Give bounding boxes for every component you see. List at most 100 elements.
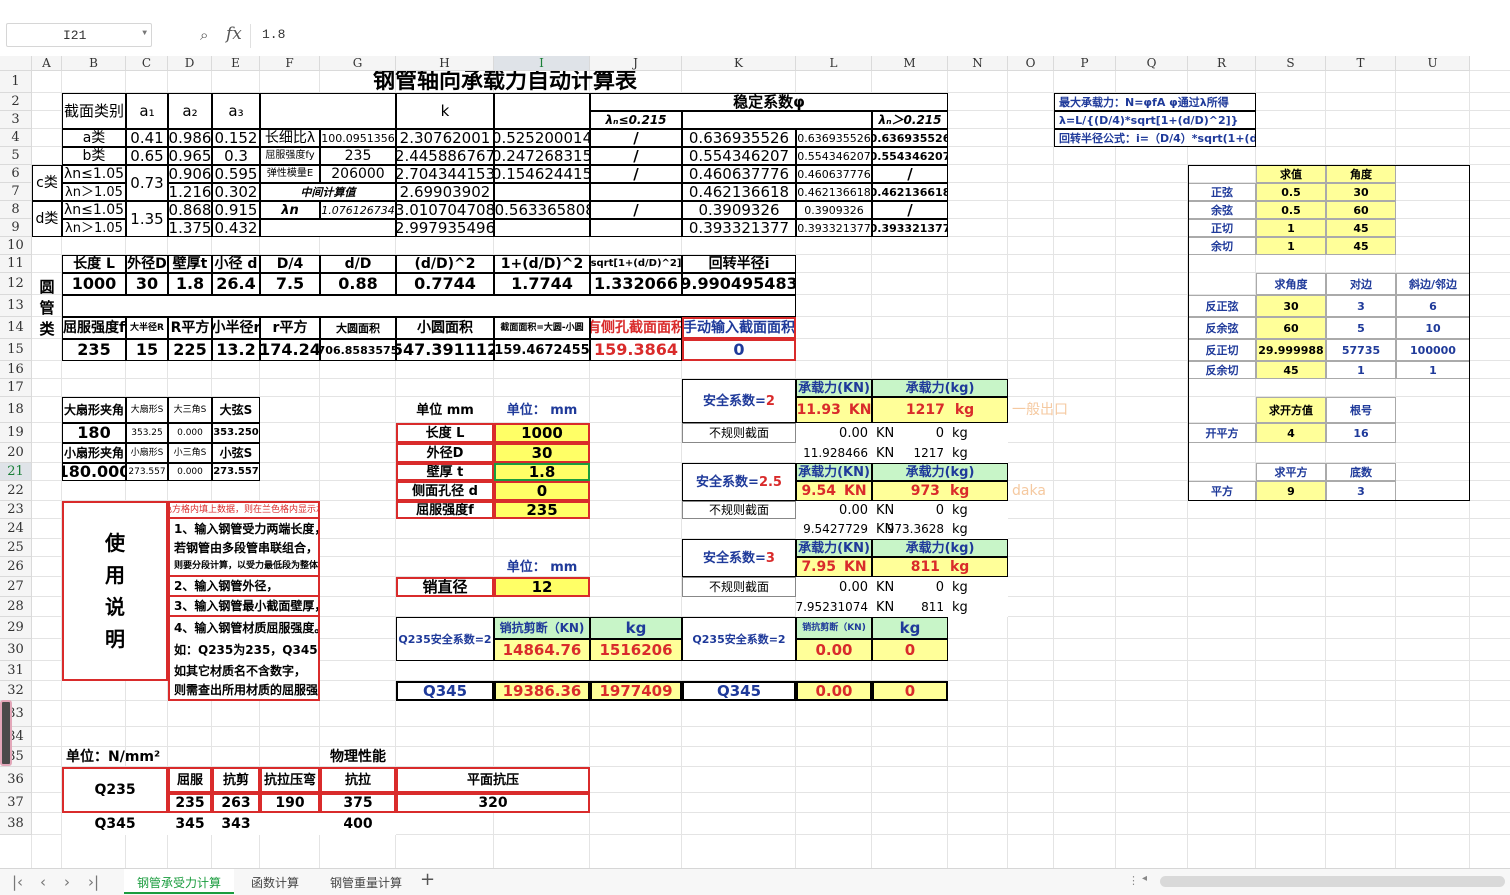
row-header-21[interactable]: 21: [0, 463, 32, 481]
first-sheet-icon[interactable]: |‹: [12, 873, 23, 891]
sector-cell-2-1: 小扇形S: [126, 443, 168, 463]
row-header-28[interactable]: 28: [0, 597, 32, 617]
row-header-12[interactable]: 12: [0, 273, 32, 295]
row-header-23[interactable]: 23: [0, 501, 32, 519]
tab-sheet-2[interactable]: 函数计算: [238, 869, 312, 894]
column-header-i[interactable]: I: [494, 56, 590, 71]
slash-cell: /: [590, 165, 682, 183]
prev-sheet-icon[interactable]: ‹: [40, 873, 46, 891]
instruction-line-l4d: 则需查出所用材质的屈服强度。: [168, 681, 320, 701]
row-header-3[interactable]: 3: [0, 111, 32, 129]
column-header-n[interactable]: N: [948, 56, 1008, 71]
row-header-22[interactable]: 22: [0, 481, 32, 501]
row-header-19[interactable]: 19: [0, 423, 32, 443]
row-header-24[interactable]: 24: [0, 519, 32, 539]
row-header-4[interactable]: 4: [0, 129, 32, 147]
row-header-26[interactable]: 26: [0, 557, 32, 577]
column-header-u[interactable]: U: [1396, 56, 1470, 71]
column-header-h[interactable]: H: [396, 56, 494, 71]
column-header-b[interactable]: B: [62, 56, 126, 71]
pipe-header2-7: 截面面积=大圆-小圆: [494, 317, 590, 339]
tab-sheet-3[interactable]: 钢管重量计算: [318, 869, 414, 894]
kn-unit: KN: [843, 483, 867, 499]
row-header-7[interactable]: 7: [0, 183, 32, 201]
tab-sheet-1[interactable]: 钢管承受力计算: [124, 869, 234, 894]
row-header-8[interactable]: 8: [0, 201, 32, 219]
row-header-18[interactable]: 18: [0, 397, 32, 423]
row-header-9[interactable]: 9: [0, 219, 32, 237]
pipe-value-7: 1.7744: [494, 273, 590, 295]
spreadsheet-grid[interactable]: A B C D E F G H I J K L M N O P Q R S T U 1 2 3 4 5 6 7 8 9 10 11 12 13 14…: [0, 56, 1510, 868]
input-field-2[interactable]: 1.8: [494, 463, 590, 481]
horizontal-scrollbar[interactable]: [1160, 876, 1505, 887]
column-header-g[interactable]: G: [320, 56, 396, 71]
column-header-a[interactable]: A: [32, 56, 62, 71]
column-header-p[interactable]: P: [1054, 56, 1116, 71]
instruction-line-l1b: 若钢管由多段管串联组合，: [168, 539, 320, 557]
side-drag-handle[interactable]: [0, 700, 12, 766]
sheet-title: 钢管轴向承载力自动计算表: [372, 71, 637, 93]
props-value2-2: [260, 813, 320, 835]
irregular-kg-unit: kg: [948, 501, 1008, 519]
formula-input[interactable]: 1.8: [262, 27, 285, 42]
column-header-e[interactable]: E: [212, 56, 260, 71]
input-field-0[interactable]: 1000: [494, 423, 590, 443]
name-box-dropdown-icon[interactable]: ▼: [142, 29, 147, 38]
row-header-2[interactable]: 2: [0, 93, 32, 111]
input-field-1[interactable]: 30: [494, 443, 590, 463]
column-header-j[interactable]: J: [590, 56, 682, 71]
row-header-15[interactable]: 15: [0, 339, 32, 361]
row-header-27[interactable]: 27: [0, 577, 32, 597]
input-field-3[interactable]: 0: [494, 481, 590, 501]
class-d-a3-1: 0.915: [212, 201, 260, 219]
pipe-header2-5: 大圆面积: [320, 317, 396, 339]
column-header-l[interactable]: L: [796, 56, 872, 71]
trig2-val-2: 29.999988: [1256, 339, 1326, 361]
class-b-a1: 0.65: [126, 147, 168, 165]
column-header-o[interactable]: O: [1008, 56, 1054, 71]
class-c-a3-1: 0.595: [212, 165, 260, 183]
input-field-4[interactable]: 235: [494, 501, 590, 519]
row-header-30[interactable]: 30: [0, 639, 32, 661]
last-sheet-icon[interactable]: ›|: [88, 873, 99, 891]
name-box[interactable]: I21 ▼: [6, 23, 152, 47]
row-header-1[interactable]: 1: [0, 71, 32, 93]
pin-diameter-input[interactable]: 12: [494, 577, 590, 597]
row-header-20[interactable]: 20: [0, 443, 32, 463]
zoom-icon[interactable]: ⌕: [200, 26, 208, 44]
column-header-q[interactable]: Q: [1116, 56, 1188, 71]
scroll-split-icon[interactable]: ⋮: [1128, 874, 1139, 887]
row-header-5[interactable]: 5: [0, 147, 32, 165]
row-header-31[interactable]: 31: [0, 661, 32, 681]
name-box-value: I21: [63, 28, 87, 43]
select-all-corner[interactable]: [0, 56, 32, 71]
row-header-38[interactable]: 38: [0, 813, 32, 835]
row-header-37[interactable]: 37: [0, 793, 32, 813]
scroll-left-icon[interactable]: ◂: [1142, 873, 1147, 884]
row-header-14[interactable]: 14: [0, 317, 32, 339]
row-header-16[interactable]: 16: [0, 361, 32, 379]
row-header-36[interactable]: 36: [0, 767, 32, 793]
next-sheet-icon[interactable]: ›: [64, 873, 70, 891]
trig2-adj-0: 6: [1396, 295, 1470, 317]
row-header-25[interactable]: 25: [0, 539, 32, 557]
column-header-s[interactable]: S: [1256, 56, 1326, 71]
row-header-29[interactable]: 29: [0, 617, 32, 639]
row-header-6[interactable]: 6: [0, 165, 32, 183]
column-header-d[interactable]: D: [168, 56, 212, 71]
column-header-k[interactable]: K: [682, 56, 796, 71]
column-header-c[interactable]: C: [126, 56, 168, 71]
row-header-32[interactable]: 32: [0, 681, 32, 701]
column-header-r[interactable]: R: [1188, 56, 1256, 71]
pipe-value-1: 30: [126, 273, 168, 295]
column-header-m[interactable]: M: [872, 56, 948, 71]
row-header-13[interactable]: 13: [0, 295, 32, 317]
i-value-3: [494, 183, 590, 201]
row-header-10[interactable]: 10: [0, 237, 32, 255]
fx-icon[interactable]: fx: [226, 24, 242, 44]
add-sheet-button[interactable]: +: [420, 869, 435, 890]
row-header-17[interactable]: 17: [0, 379, 32, 397]
column-header-t[interactable]: T: [1326, 56, 1396, 71]
column-header-f[interactable]: F: [260, 56, 320, 71]
row-header-11[interactable]: 11: [0, 255, 32, 273]
